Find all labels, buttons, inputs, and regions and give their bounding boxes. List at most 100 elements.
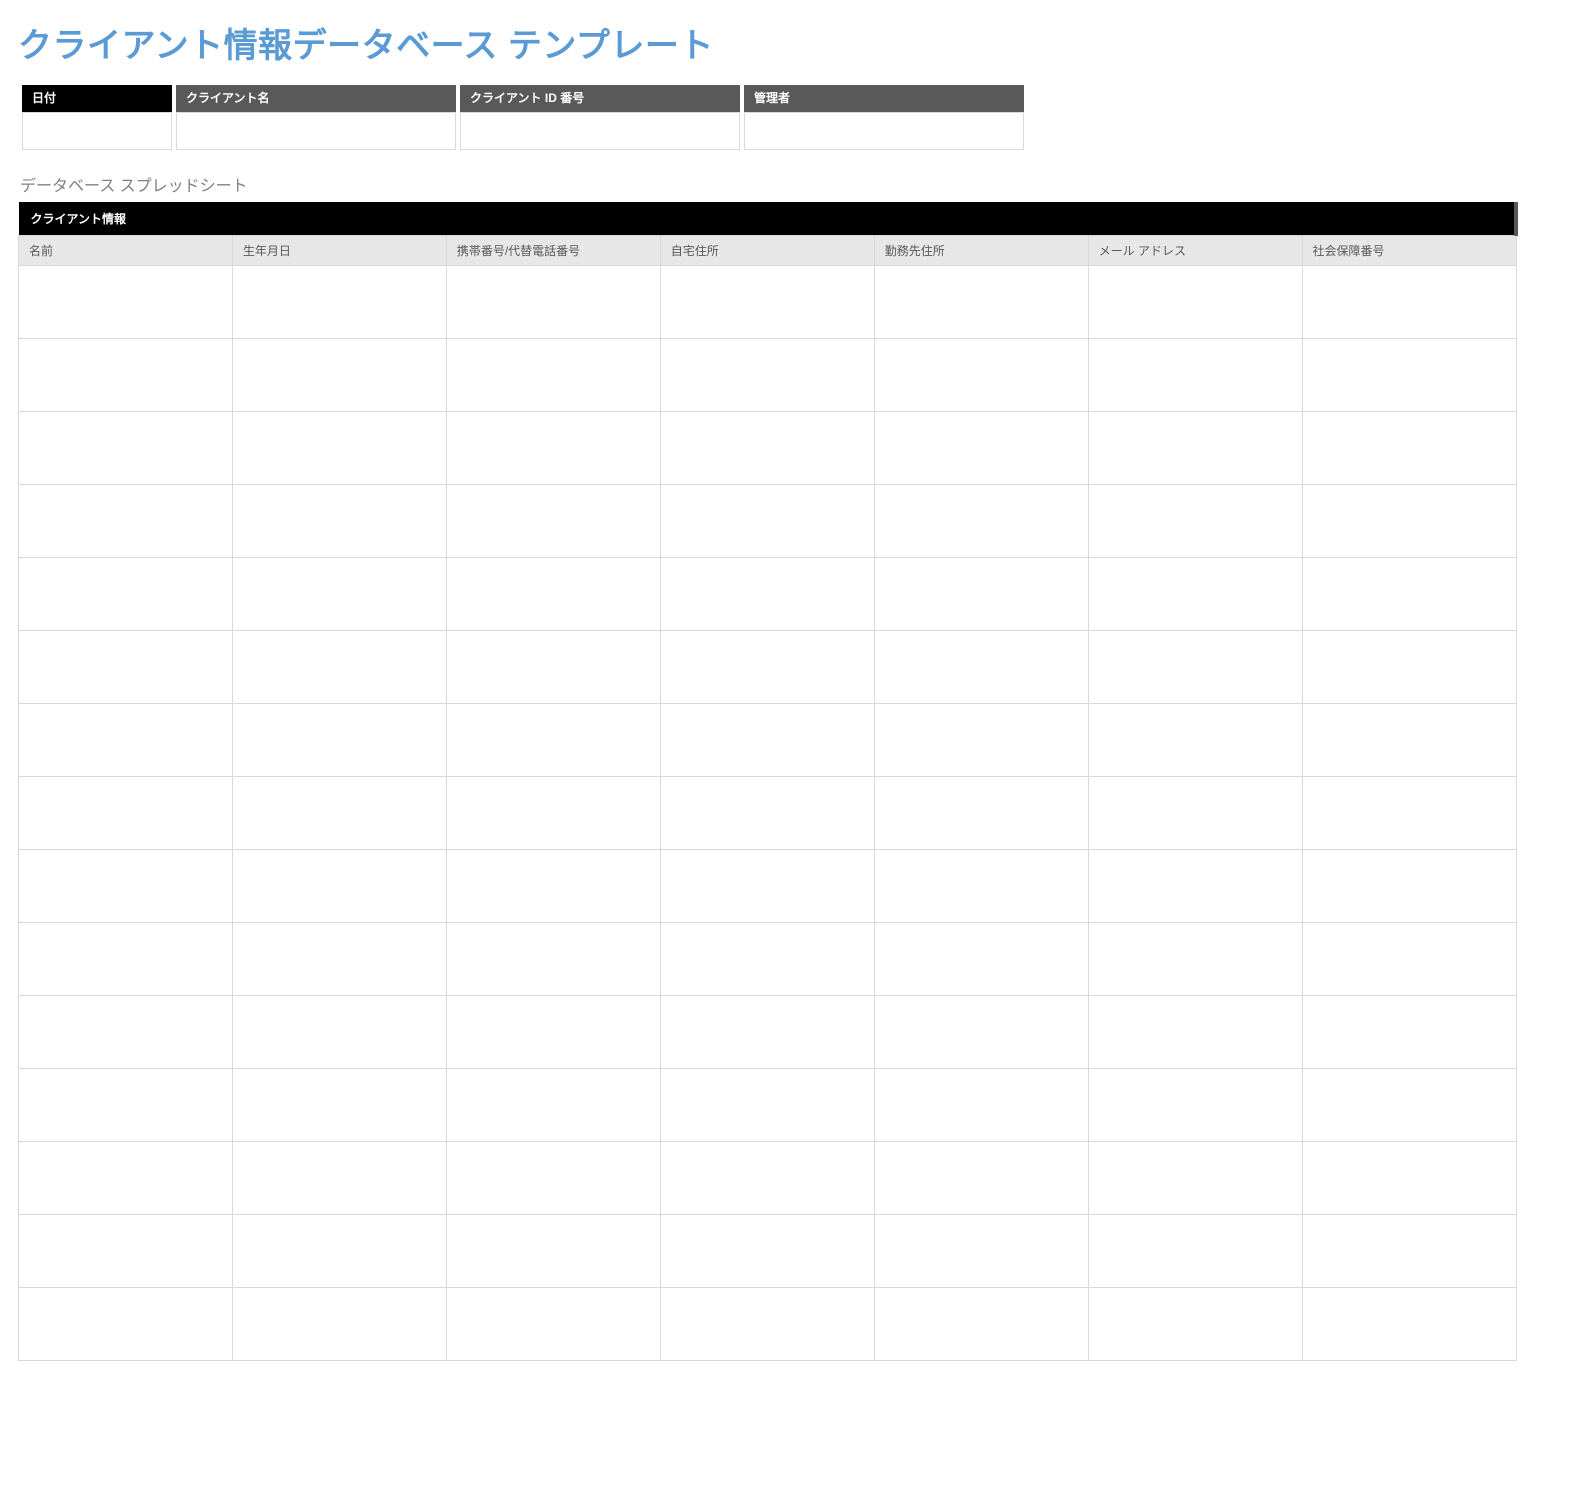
summary-cell-id[interactable] <box>460 112 740 150</box>
db-cell-work[interactable] <box>874 704 1088 777</box>
db-cell-home[interactable] <box>660 1142 874 1215</box>
db-cell-home[interactable] <box>660 704 874 777</box>
db-cell-ssn[interactable] <box>1302 923 1516 996</box>
db-cell-email[interactable] <box>1088 923 1302 996</box>
db-cell-name[interactable] <box>19 1215 233 1288</box>
db-cell-dob[interactable] <box>232 1142 446 1215</box>
db-cell-ssn[interactable] <box>1302 631 1516 704</box>
db-cell-home[interactable] <box>660 266 874 339</box>
db-cell-ssn[interactable] <box>1302 1288 1516 1361</box>
db-cell-email[interactable] <box>1088 558 1302 631</box>
db-cell-ssn[interactable] <box>1302 558 1516 631</box>
db-cell-name[interactable] <box>19 266 233 339</box>
db-cell-email[interactable] <box>1088 1215 1302 1288</box>
db-cell-work[interactable] <box>874 996 1088 1069</box>
db-cell-work[interactable] <box>874 1142 1088 1215</box>
db-cell-home[interactable] <box>660 339 874 412</box>
db-cell-name[interactable] <box>19 704 233 777</box>
db-cell-dob[interactable] <box>232 558 446 631</box>
db-cell-name[interactable] <box>19 923 233 996</box>
db-cell-email[interactable] <box>1088 777 1302 850</box>
db-cell-work[interactable] <box>874 923 1088 996</box>
db-cell-name[interactable] <box>19 339 233 412</box>
db-cell-ssn[interactable] <box>1302 412 1516 485</box>
db-cell-ssn[interactable] <box>1302 1142 1516 1215</box>
summary-cell-admin[interactable] <box>744 112 1024 150</box>
db-cell-work[interactable] <box>874 1288 1088 1361</box>
db-cell-ssn[interactable] <box>1302 1069 1516 1142</box>
db-cell-home[interactable] <box>660 996 874 1069</box>
db-cell-email[interactable] <box>1088 996 1302 1069</box>
db-cell-work[interactable] <box>874 485 1088 558</box>
db-cell-work[interactable] <box>874 412 1088 485</box>
db-cell-dob[interactable] <box>232 1288 446 1361</box>
db-cell-ssn[interactable] <box>1302 1215 1516 1288</box>
db-cell-phone[interactable] <box>446 777 660 850</box>
db-cell-email[interactable] <box>1088 339 1302 412</box>
db-cell-work[interactable] <box>874 339 1088 412</box>
db-cell-phone[interactable] <box>446 412 660 485</box>
summary-cell-client[interactable] <box>176 112 456 150</box>
db-cell-phone[interactable] <box>446 1288 660 1361</box>
db-cell-phone[interactable] <box>446 1142 660 1215</box>
db-cell-home[interactable] <box>660 1069 874 1142</box>
db-cell-email[interactable] <box>1088 1069 1302 1142</box>
db-cell-name[interactable] <box>19 1069 233 1142</box>
db-cell-phone[interactable] <box>446 996 660 1069</box>
db-cell-work[interactable] <box>874 1215 1088 1288</box>
db-cell-name[interactable] <box>19 485 233 558</box>
db-cell-dob[interactable] <box>232 1069 446 1142</box>
db-cell-work[interactable] <box>874 631 1088 704</box>
db-cell-home[interactable] <box>660 558 874 631</box>
db-cell-dob[interactable] <box>232 1215 446 1288</box>
db-cell-dob[interactable] <box>232 704 446 777</box>
db-cell-ssn[interactable] <box>1302 485 1516 558</box>
db-cell-home[interactable] <box>660 1288 874 1361</box>
db-cell-email[interactable] <box>1088 1288 1302 1361</box>
db-cell-home[interactable] <box>660 631 874 704</box>
db-cell-name[interactable] <box>19 996 233 1069</box>
db-cell-name[interactable] <box>19 777 233 850</box>
db-cell-phone[interactable] <box>446 1069 660 1142</box>
db-cell-email[interactable] <box>1088 266 1302 339</box>
db-cell-name[interactable] <box>19 850 233 923</box>
db-cell-dob[interactable] <box>232 266 446 339</box>
db-cell-phone[interactable] <box>446 558 660 631</box>
db-cell-work[interactable] <box>874 1069 1088 1142</box>
db-cell-ssn[interactable] <box>1302 850 1516 923</box>
db-cell-ssn[interactable] <box>1302 266 1516 339</box>
db-cell-phone[interactable] <box>446 704 660 777</box>
db-cell-ssn[interactable] <box>1302 339 1516 412</box>
db-cell-home[interactable] <box>660 485 874 558</box>
db-cell-name[interactable] <box>19 558 233 631</box>
db-cell-dob[interactable] <box>232 850 446 923</box>
db-cell-ssn[interactable] <box>1302 996 1516 1069</box>
db-cell-email[interactable] <box>1088 631 1302 704</box>
db-cell-email[interactable] <box>1088 704 1302 777</box>
db-cell-phone[interactable] <box>446 1215 660 1288</box>
db-cell-work[interactable] <box>874 777 1088 850</box>
db-cell-phone[interactable] <box>446 339 660 412</box>
db-cell-home[interactable] <box>660 1215 874 1288</box>
db-cell-phone[interactable] <box>446 266 660 339</box>
db-cell-home[interactable] <box>660 850 874 923</box>
db-cell-home[interactable] <box>660 412 874 485</box>
db-cell-dob[interactable] <box>232 631 446 704</box>
db-cell-ssn[interactable] <box>1302 777 1516 850</box>
db-cell-name[interactable] <box>19 1142 233 1215</box>
db-cell-name[interactable] <box>19 412 233 485</box>
db-cell-name[interactable] <box>19 631 233 704</box>
db-cell-home[interactable] <box>660 777 874 850</box>
db-cell-dob[interactable] <box>232 485 446 558</box>
db-cell-phone[interactable] <box>446 485 660 558</box>
db-cell-phone[interactable] <box>446 923 660 996</box>
db-cell-dob[interactable] <box>232 777 446 850</box>
db-cell-name[interactable] <box>19 1288 233 1361</box>
summary-cell-date[interactable] <box>22 112 172 150</box>
db-cell-dob[interactable] <box>232 412 446 485</box>
db-cell-email[interactable] <box>1088 1142 1302 1215</box>
db-cell-home[interactable] <box>660 923 874 996</box>
db-cell-work[interactable] <box>874 558 1088 631</box>
db-cell-dob[interactable] <box>232 996 446 1069</box>
db-cell-phone[interactable] <box>446 850 660 923</box>
